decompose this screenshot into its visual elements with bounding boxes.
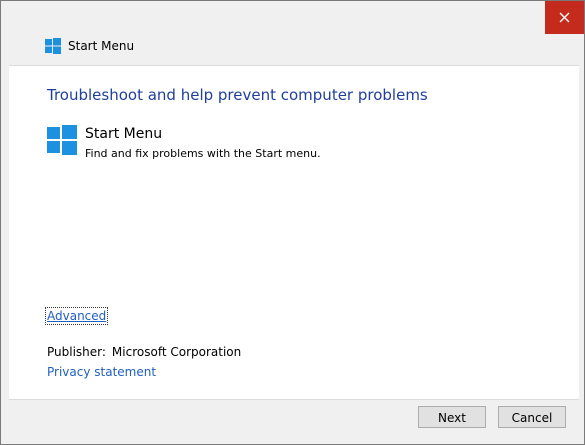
advanced-link[interactable]: Advanced (44, 307, 109, 325)
close-button[interactable] (545, 1, 584, 34)
window-title: Start Menu (68, 39, 135, 53)
start-menu-icon (47, 125, 77, 155)
next-button[interactable]: Next (418, 406, 486, 428)
privacy-statement-link[interactable]: Privacy statement (47, 364, 156, 380)
windows-logo-icon (45, 38, 61, 54)
content-panel: Troubleshoot and help prevent computer p… (9, 65, 579, 400)
close-icon (559, 12, 570, 23)
cancel-button[interactable]: Cancel (498, 406, 566, 428)
publisher-value: Microsoft Corporation (111, 345, 242, 359)
troubleshooter-window: Start Menu Troubleshoot and help prevent… (0, 0, 585, 445)
publisher-info: Publisher: Microsoft Corporation (47, 344, 241, 360)
troubleshooter-description: Find and fix problems with the Start men… (85, 147, 321, 160)
publisher-label: Publisher: (47, 345, 106, 359)
page-title: Troubleshoot and help prevent computer p… (47, 86, 428, 104)
troubleshooter-title: Start Menu (85, 126, 163, 142)
